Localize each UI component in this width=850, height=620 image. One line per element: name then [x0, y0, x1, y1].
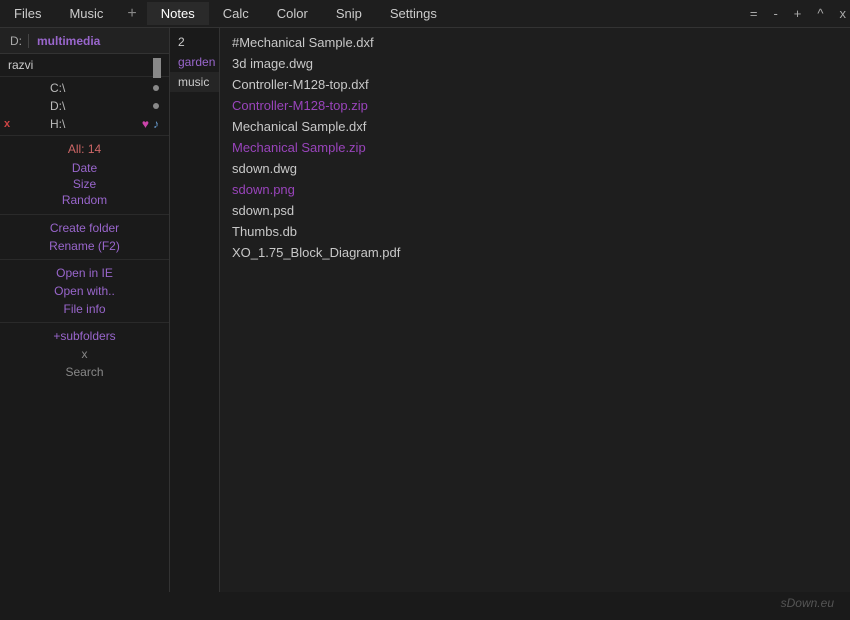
tab-add[interactable]: + [117, 5, 146, 23]
file-item[interactable]: #Mechanical Sample.dxf [228, 32, 842, 53]
file-item[interactable]: Controller-M128-top.dxf [228, 74, 842, 95]
file-item-png[interactable]: sdown.png [228, 179, 842, 200]
drive-c-dot [153, 85, 159, 91]
file-item[interactable]: 3d image.dwg [228, 53, 842, 74]
window-min-button[interactable]: - [769, 6, 781, 21]
actions-area: Create folder Rename (F2) [0, 215, 169, 260]
file-panel: #Mechanical Sample.dxf 3d image.dwg Cont… [220, 28, 850, 592]
file-info-button[interactable]: File info [8, 300, 161, 318]
file-item[interactable]: Mechanical Sample.dxf [228, 116, 842, 137]
drive-d[interactable]: D:\ [0, 97, 169, 115]
sort-random[interactable]: Random [8, 192, 161, 208]
window-max-button[interactable]: + [790, 6, 806, 21]
drive-label: D: [4, 34, 29, 48]
current-folder[interactable]: multimedia [33, 34, 104, 48]
folder-num[interactable]: 2 [170, 32, 219, 52]
clear-button[interactable]: x [8, 345, 161, 363]
drives-list: C:\ D:\ x H:\ ♥ ♪ [0, 77, 169, 136]
user-name: razvi [8, 58, 33, 72]
file-item-zip[interactable]: Mechanical Sample.zip [228, 137, 842, 158]
search-button[interactable]: Search [8, 363, 161, 381]
drive-d-dot [153, 103, 159, 109]
rename-button[interactable]: Rename (F2) [8, 237, 161, 255]
left-panel: D: multimedia razvi C:\ D:\ x H:\ [0, 28, 170, 592]
drive-d-label: D:\ [50, 99, 65, 113]
open-in-ie-button[interactable]: Open in IE [8, 264, 161, 282]
file-item-zip[interactable]: Controller-M128-top.zip [228, 95, 842, 116]
sort-date[interactable]: Date [8, 160, 161, 176]
open-actions: Open in IE Open with.. File info [0, 260, 169, 323]
drive-h-label: H:\ [50, 117, 65, 131]
file-item[interactable]: sdown.psd [228, 200, 842, 221]
tab-settings[interactable]: Settings [376, 2, 451, 25]
user-row: razvi [0, 54, 169, 77]
folder-garden[interactable]: garden [170, 52, 219, 72]
drive-h-x-badge: x [4, 118, 10, 130]
drive-h[interactable]: x H:\ ♥ ♪ [0, 115, 169, 133]
tab-color[interactable]: Color [263, 2, 322, 25]
stats-all: All: 14 [8, 142, 161, 156]
scroll-thumb [153, 58, 161, 78]
drive-c[interactable]: C:\ [0, 79, 169, 97]
tab-music[interactable]: Music [55, 2, 117, 25]
drive-c-label: C:\ [50, 81, 65, 95]
drive-bar: D: multimedia [0, 28, 169, 54]
window-eq-button[interactable]: = [746, 6, 762, 21]
create-folder-button[interactable]: Create folder [8, 219, 161, 237]
sort-size[interactable]: Size [8, 176, 161, 192]
folder-music[interactable]: music [170, 72, 219, 92]
open-with-button[interactable]: Open with.. [8, 282, 161, 300]
tab-snip[interactable]: Snip [322, 2, 376, 25]
window-up-button[interactable]: ^ [813, 6, 827, 21]
menu-bar: Files Music + Notes Calc Color Snip Sett… [0, 0, 850, 28]
window-controls: = - + ^ x [746, 6, 850, 21]
scroll-track[interactable] [153, 58, 161, 72]
music-icon: ♪ [153, 117, 159, 131]
bottom-actions: +subfolders x Search [0, 323, 169, 385]
stats-area: All: 14 Date Size Random [0, 136, 169, 215]
tab-calc[interactable]: Calc [209, 2, 263, 25]
subfolders-button[interactable]: +subfolders [8, 327, 161, 345]
tab-notes[interactable]: Notes [147, 2, 209, 25]
center-panel: 2 garden music [170, 28, 220, 592]
tab-files[interactable]: Files [0, 2, 55, 25]
main-layout: D: multimedia razvi C:\ D:\ x H:\ [0, 28, 850, 592]
heart-icon: ♥ [142, 117, 149, 131]
file-item[interactable]: XO_1.75_Block_Diagram.pdf [228, 242, 842, 263]
file-item[interactable]: Thumbs.db [228, 221, 842, 242]
drive-h-icons: ♥ ♪ [142, 117, 159, 131]
folder-music-label: music [178, 75, 209, 89]
window-close-button[interactable]: x [836, 6, 850, 21]
file-item[interactable]: sdown.dwg [228, 158, 842, 179]
branding: sDown.eu [781, 596, 834, 610]
